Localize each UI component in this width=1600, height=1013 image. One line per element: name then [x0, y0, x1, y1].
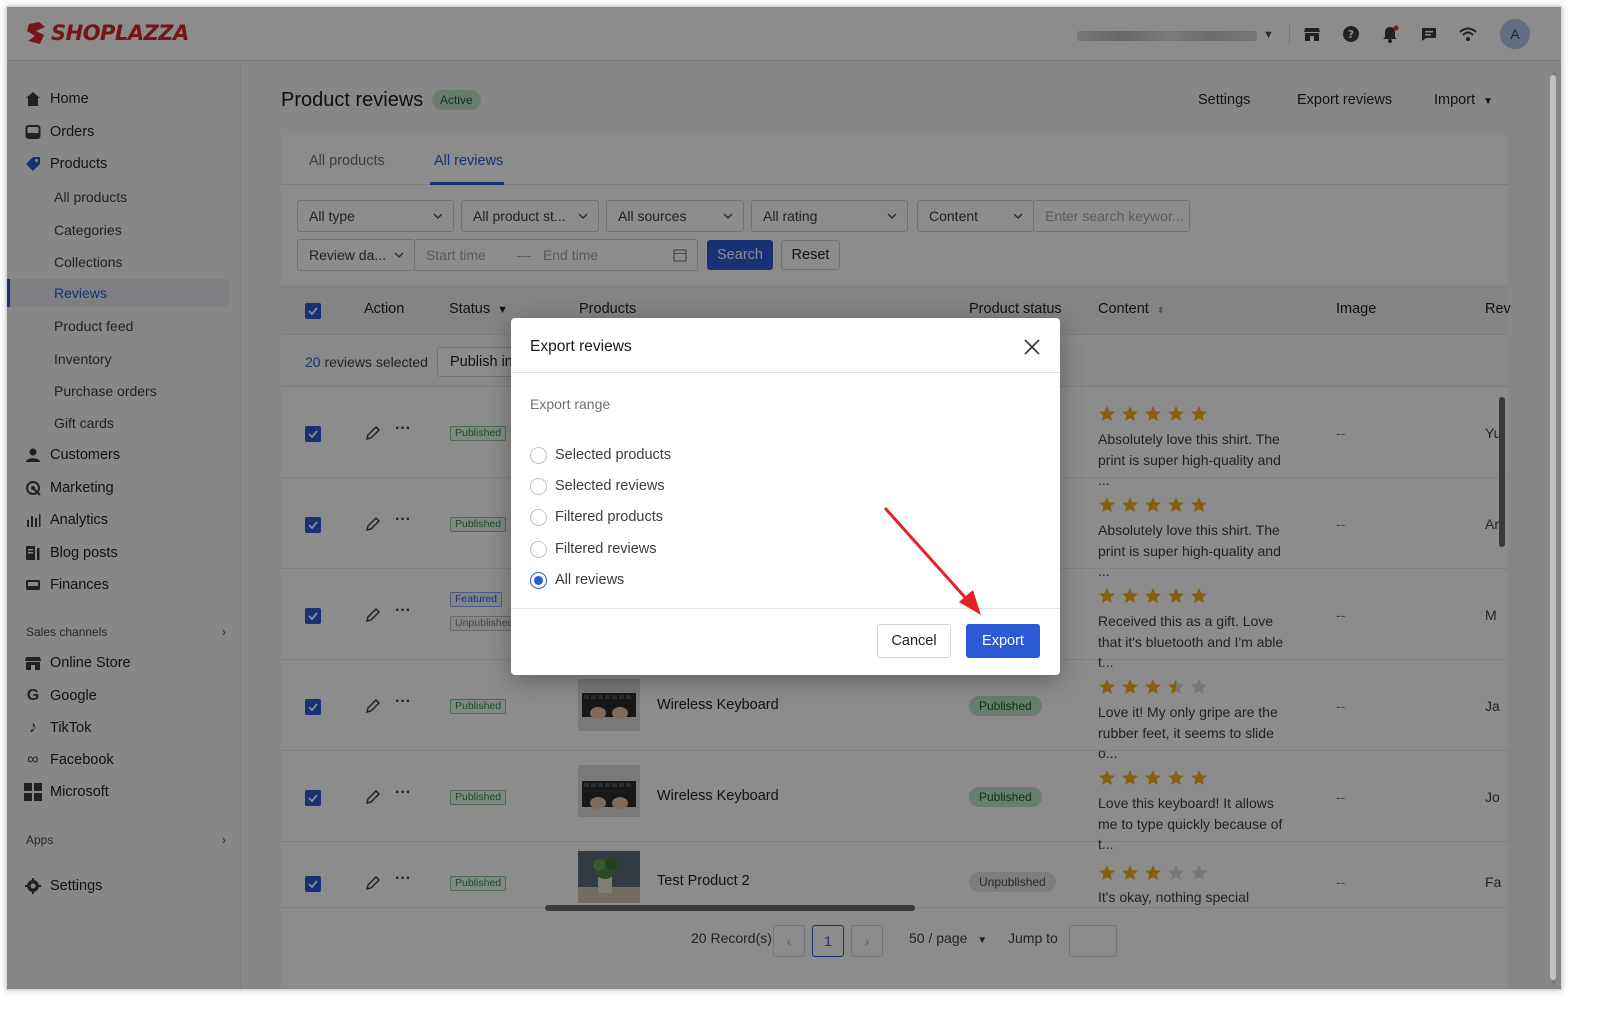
radio-label: Selected reviews — [555, 478, 665, 494]
close-icon[interactable] — [1020, 335, 1044, 359]
radio-label: Filtered products — [555, 509, 663, 525]
radio-filtered-products[interactable]: Filtered products — [530, 507, 663, 527]
radio-all-reviews[interactable]: All reviews — [530, 570, 624, 590]
radio-button[interactable] — [530, 540, 547, 558]
annotation-arrow-icon — [883, 506, 981, 615]
radio-button[interactable] — [530, 508, 547, 526]
radio-button[interactable] — [530, 571, 547, 589]
app-window: SHOPLAZZA ▼ ? A Home Orders Products All… — [6, 6, 1562, 990]
radio-button[interactable] — [530, 477, 547, 495]
window-scrollbar[interactable]: ▲ ▼ — [1549, 69, 1558, 989]
export-button[interactable]: Export — [966, 624, 1040, 658]
radio-selected-reviews[interactable]: Selected reviews — [530, 476, 665, 496]
export-range-label: Export range — [530, 396, 611, 412]
radio-label: Selected products — [555, 447, 672, 463]
radio-label: Filtered reviews — [555, 541, 657, 557]
radio-button[interactable] — [530, 446, 547, 464]
radio-selected-products[interactable]: Selected products — [530, 445, 671, 465]
divider — [511, 372, 1060, 373]
dialog-title: Export reviews — [530, 338, 632, 355]
export-reviews-dialog: Export reviews Export range Selected pro… — [511, 318, 1060, 675]
radio-filtered-reviews[interactable]: Filtered reviews — [530, 539, 657, 559]
cancel-button[interactable]: Cancel — [877, 624, 951, 658]
radio-label: All reviews — [555, 572, 625, 588]
